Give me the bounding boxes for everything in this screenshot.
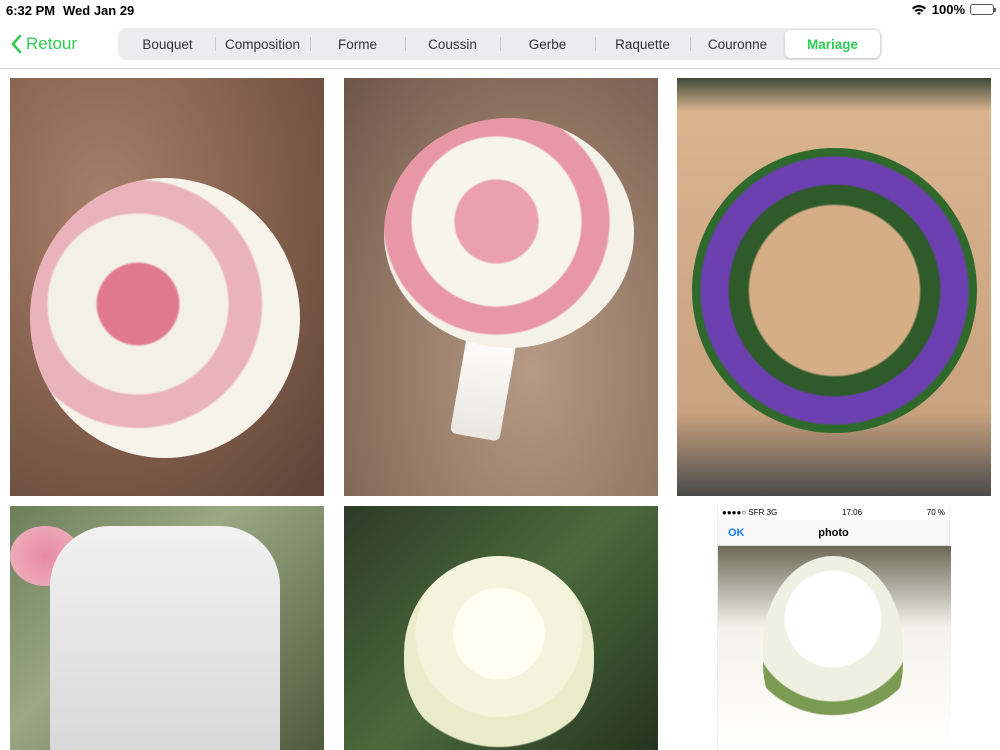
battery-icon [970, 4, 996, 15]
phone-carrier: ●●●●○ SFR 3G [722, 508, 778, 517]
segment-coussin[interactable]: Coussin [405, 30, 500, 58]
photo-white-cascade-bouquet[interactable] [344, 506, 658, 750]
segment-raquette[interactable]: Raquette [595, 30, 690, 58]
bouquet-image [30, 178, 300, 458]
bouquet-image [404, 556, 594, 750]
bouquet-image [384, 118, 634, 348]
segment-couronne[interactable]: Couronne [690, 30, 785, 58]
bouquet-image [763, 556, 903, 736]
segment-bouquet[interactable]: Bouquet [120, 30, 215, 58]
back-button[interactable]: Retour [10, 30, 77, 58]
status-date: Wed Jan 29 [63, 3, 135, 18]
photo-round-pink-white-bouquet[interactable] [10, 78, 324, 496]
status-right: 100% [911, 2, 996, 17]
chevron-left-icon [10, 34, 22, 54]
wreath-image [692, 148, 977, 433]
photo-pink-rose-bridal-bouquet[interactable] [344, 78, 658, 496]
phone-time: 17:06 [842, 508, 863, 517]
segment-forme[interactable]: Forme [310, 30, 405, 58]
photo-phone-screenshot-bridal-bouquet[interactable]: ●●●●○ SFR 3G 17:06 70 % OK photo [677, 506, 991, 750]
phone-status-bar: ●●●●○ SFR 3G 17:06 70 % [718, 506, 949, 520]
photo-white-lantern-with-roses[interactable] [10, 506, 324, 750]
battery-percent: 100% [931, 2, 965, 17]
phone-battery: 70 % [926, 508, 945, 517]
category-segmented-control: Bouquet Composition Forme Coussin Gerbe … [118, 28, 882, 60]
navigation-bar: Retour Bouquet Composition Forme Coussin… [0, 20, 1000, 69]
lantern-image [50, 526, 280, 750]
phone-screenshot: ●●●●○ SFR 3G 17:06 70 % OK photo [717, 506, 951, 750]
status-time: 6:32 PM [6, 3, 56, 18]
wifi-icon [911, 4, 927, 16]
photo-grid: ●●●●○ SFR 3G 17:06 70 % OK photo [0, 70, 1000, 750]
phone-title: photo [818, 526, 849, 539]
phone-photo [718, 546, 951, 750]
photo-purple-orchid-wreath[interactable] [677, 78, 991, 496]
back-label: Retour [26, 34, 78, 53]
phone-nav-bar: OK photo [718, 520, 949, 546]
phone-ok-label: OK [728, 526, 745, 539]
segment-mariage[interactable]: Mariage [785, 30, 880, 58]
status-bar: 6:32 PM Wed Jan 29 100% [0, 0, 1000, 20]
segment-composition[interactable]: Composition [215, 30, 310, 58]
segment-gerbe[interactable]: Gerbe [500, 30, 595, 58]
